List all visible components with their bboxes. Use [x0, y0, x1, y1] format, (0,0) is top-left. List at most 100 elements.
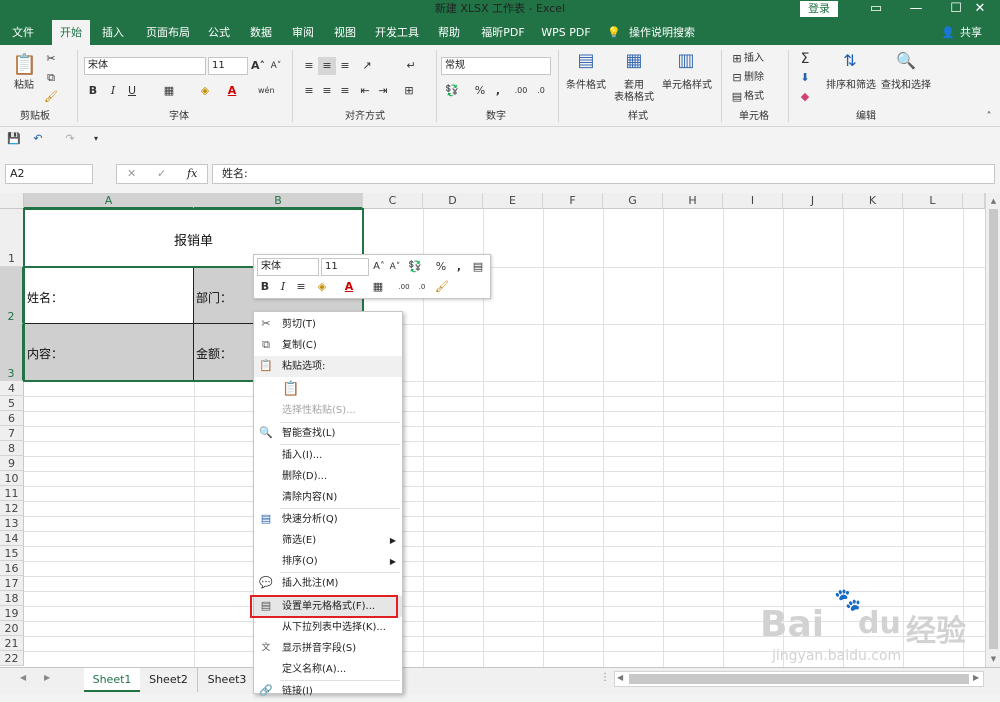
mini-bold-icon[interactable]: B — [258, 278, 272, 296]
mini-font-color-icon[interactable]: A — [342, 278, 356, 296]
mini-increase-decimal-icon[interactable]: .00 — [396, 278, 412, 296]
menu-item-paste-special[interactable]: 选择性粘贴(S)... — [254, 400, 402, 421]
redo-icon[interactable]: ↷ — [62, 130, 78, 148]
shrink-font-icon[interactable]: A˅ — [268, 57, 284, 75]
insert-cells-button[interactable]: 插入 — [744, 50, 772, 68]
menu-item-clear-contents[interactable]: 清除内容(N) — [254, 487, 402, 508]
row-header[interactable]: 14 — [0, 531, 24, 546]
horizontal-scrollbar[interactable]: ◀ ▶ — [614, 671, 984, 687]
bold-icon[interactable]: B — [85, 82, 101, 100]
format-cells-icon[interactable]: ▤ — [730, 88, 744, 106]
tab-file[interactable]: 文件 — [6, 20, 40, 45]
align-bottom-icon[interactable]: ≡ — [336, 57, 354, 75]
tab-developer[interactable]: 开发工具 — [370, 20, 424, 45]
align-right-icon[interactable]: ≡ — [336, 82, 354, 100]
formula-input[interactable]: 姓名: — [212, 164, 995, 184]
row-header[interactable]: 11 — [0, 486, 24, 501]
format-as-table-label-1[interactable]: 套用 — [612, 80, 656, 92]
sheet-tab[interactable]: Sheet3 — [198, 668, 256, 692]
align-middle-icon[interactable]: ≡ — [318, 57, 336, 75]
tab-foxit-pdf[interactable]: 福昕PDF — [476, 20, 530, 45]
menu-item-filter[interactable]: 筛选(E) ▶ — [254, 530, 402, 551]
cell-styles-icon[interactable]: ▥ — [674, 52, 698, 78]
decrease-indent-icon[interactable]: ⇤ — [356, 82, 374, 100]
decrease-decimal-icon[interactable]: .0 — [532, 82, 550, 100]
align-top-icon[interactable]: ≡ — [300, 57, 318, 75]
minimize-icon[interactable]: — — [896, 0, 936, 20]
autosum-icon[interactable]: Σ — [796, 50, 814, 68]
tab-split-icon[interactable]: ⋮ — [600, 672, 610, 683]
mini-decrease-decimal-icon[interactable]: .0 — [414, 278, 430, 296]
cancel-icon[interactable]: ✕ — [127, 167, 136, 180]
delete-cells-icon[interactable]: ⊟ — [730, 69, 744, 87]
merge-center-icon[interactable]: ⊞ — [400, 82, 418, 100]
mini-accounting-icon[interactable]: 💱 — [406, 258, 424, 276]
menu-item-quick-analysis[interactable]: ▤ 快速分析(Q) — [254, 509, 402, 530]
tab-insert[interactable]: 插入 — [96, 20, 130, 45]
row-header[interactable]: 10 — [0, 471, 24, 486]
orientation-icon[interactable]: ↗ — [358, 57, 376, 75]
clear-icon[interactable]: ◆ — [796, 88, 814, 106]
column-header[interactable]: K — [843, 193, 903, 209]
underline-icon[interactable]: U — [124, 82, 140, 100]
comma-style-icon[interactable]: , — [490, 82, 506, 100]
mini-borders-icon[interactable]: ▦ — [370, 278, 386, 296]
menu-item-smart-lookup[interactable]: 🔍 智能查找(L) — [254, 423, 402, 444]
delete-cells-button[interactable]: 删除 — [744, 69, 772, 87]
mini-percent-icon[interactable]: % — [434, 258, 448, 276]
conditional-format-icon[interactable]: ▤ — [574, 52, 598, 78]
column-header[interactable]: G — [603, 193, 663, 209]
mini-size-select[interactable]: 11 — [321, 258, 369, 276]
column-header[interactable]: A — [24, 193, 194, 209]
row-header[interactable]: 3 — [0, 324, 24, 381]
row-header[interactable]: 18 — [0, 591, 24, 606]
menu-item-link[interactable]: 🔗 链接(I) — [254, 681, 402, 702]
next-sheet-icon[interactable]: ▶ — [44, 673, 50, 682]
scroll-thumb[interactable] — [989, 209, 998, 649]
column-header[interactable]: I — [723, 193, 783, 209]
menu-item-delete[interactable]: 删除(D)... — [254, 466, 402, 487]
row-header[interactable]: 2 — [0, 267, 24, 324]
tab-formulas[interactable]: 公式 — [202, 20, 236, 45]
menu-item-pick-from-list[interactable]: 从下拉列表中选择(K)... — [254, 617, 402, 638]
column-header[interactable]: D — [423, 193, 483, 209]
menu-item-sort[interactable]: 排序(O) ▶ — [254, 551, 402, 572]
format-cells-button[interactable]: 格式 — [744, 88, 772, 106]
accounting-format-icon[interactable]: 💱 — [442, 82, 462, 100]
row-header[interactable]: 1 — [0, 209, 24, 267]
row-header[interactable]: 17 — [0, 576, 24, 591]
select-all-corner[interactable] — [0, 193, 24, 209]
tab-help[interactable]: 帮助 — [432, 20, 466, 45]
font-name-select[interactable]: 宋体 — [84, 57, 206, 75]
scroll-up-icon[interactable]: ▲ — [987, 195, 1000, 207]
italic-icon[interactable]: I — [105, 82, 121, 100]
cut-icon[interactable]: ✂ — [42, 50, 60, 68]
borders-icon[interactable]: ▦ — [160, 82, 178, 100]
name-box[interactable]: A2 — [5, 164, 93, 184]
sort-filter-icon[interactable]: ⇅ — [838, 52, 862, 78]
insert-function-icon[interactable]: fx — [187, 167, 197, 180]
enter-icon[interactable]: ✓ — [157, 167, 166, 180]
sheet-tab[interactable]: Sheet1 — [84, 668, 140, 692]
column-header[interactable]: L — [903, 193, 963, 209]
column-header[interactable]: E — [483, 193, 543, 209]
row-header[interactable]: 9 — [0, 456, 24, 471]
increase-indent-icon[interactable]: ⇥ — [374, 82, 392, 100]
row-header[interactable]: 6 — [0, 411, 24, 426]
grow-font-icon[interactable]: A˄ — [250, 57, 266, 75]
pinyin-icon[interactable]: wén — [258, 82, 275, 100]
share-button[interactable]: 共享 — [956, 20, 986, 45]
number-format-select[interactable]: 常规 — [441, 57, 551, 75]
row-header[interactable]: 12 — [0, 501, 24, 516]
align-left-icon[interactable]: ≡ — [300, 82, 318, 100]
row-header[interactable]: 16 — [0, 561, 24, 576]
align-center-icon[interactable]: ≡ — [318, 82, 336, 100]
menu-item-define-name[interactable]: 定义名称(A)... — [254, 659, 402, 680]
row-header[interactable]: 4 — [0, 381, 24, 396]
column-header[interactable]: J — [783, 193, 843, 209]
column-header[interactable] — [963, 193, 985, 209]
column-header[interactable]: H — [663, 193, 723, 209]
row-header[interactable]: 13 — [0, 516, 24, 531]
menu-item-insert-comment[interactable]: 💬 插入批注(M) — [254, 573, 402, 594]
mini-fill-color-icon[interactable]: ◈ — [314, 278, 330, 296]
